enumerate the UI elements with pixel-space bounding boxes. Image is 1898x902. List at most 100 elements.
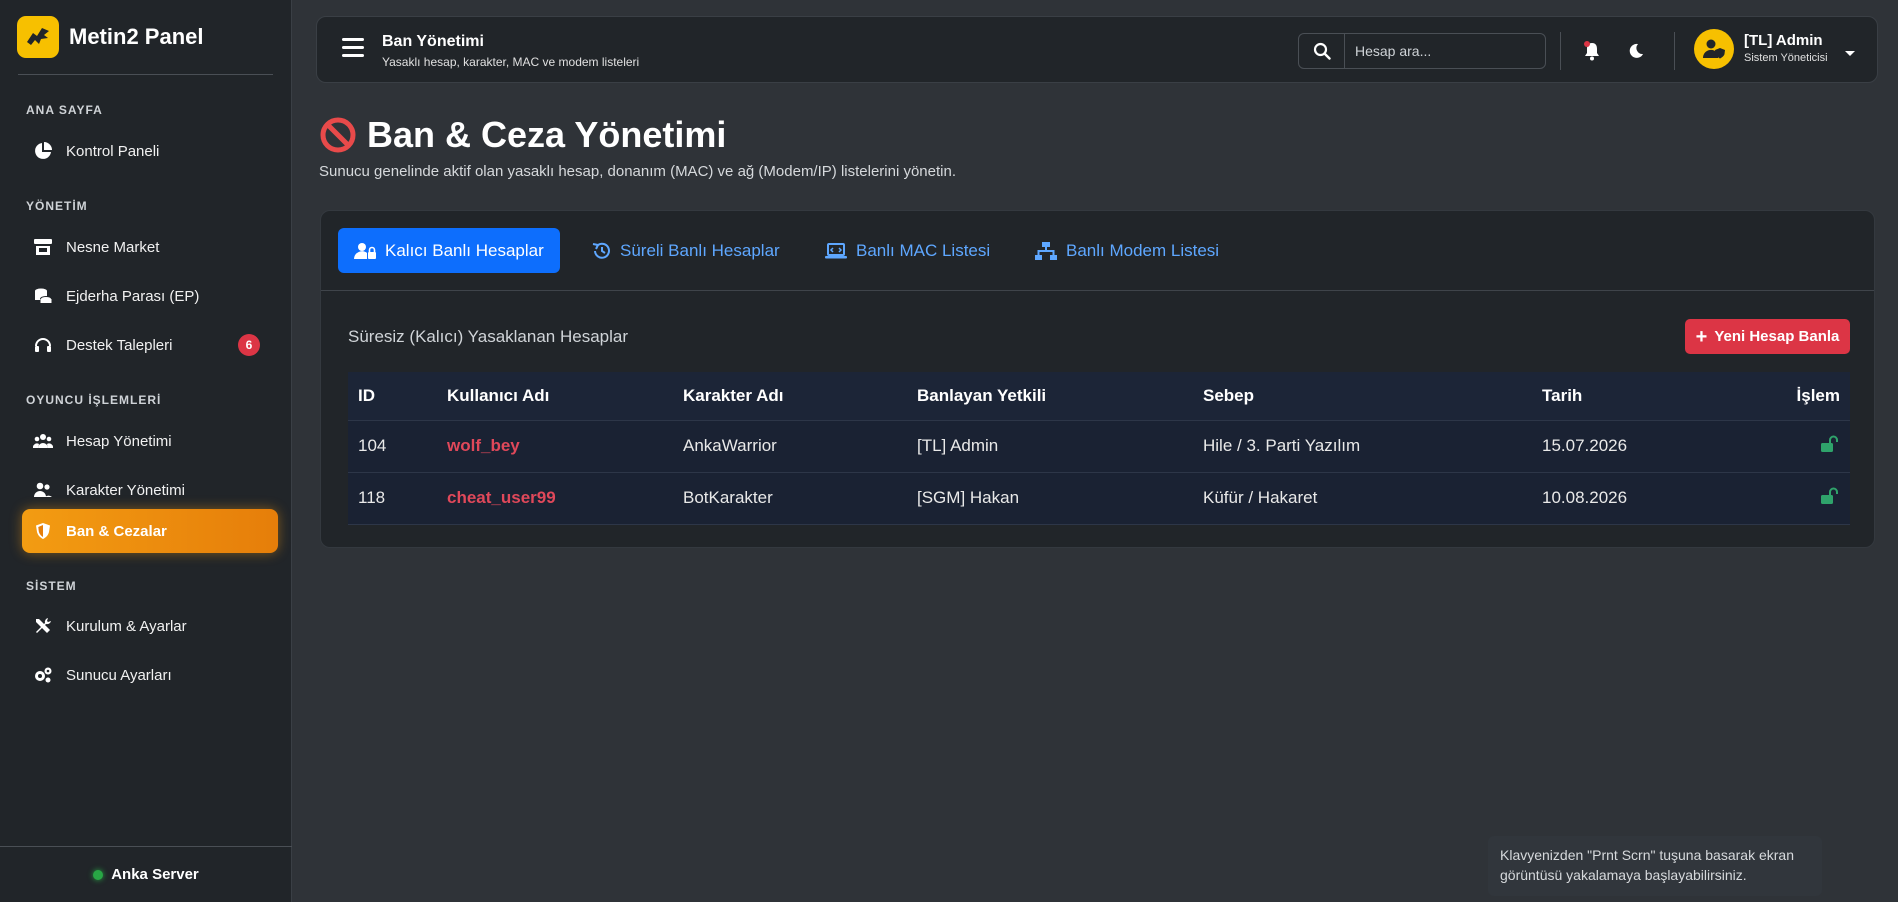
sidebar-item-label: Sunucu Ayarları bbox=[66, 666, 172, 684]
sidebar-item-label: Ejderha Parası (EP) bbox=[66, 287, 200, 305]
sidebar-item-kurulum-ayarlar[interactable]: Kurulum & Ayarlar bbox=[22, 604, 278, 648]
user-shield-icon bbox=[1702, 39, 1725, 59]
cell-character: AnkaWarrior bbox=[683, 436, 777, 455]
sidebar: Metin2 Panel ANA SAYFA Kontrol Paneli YÖ… bbox=[0, 0, 292, 902]
sidebar-item-ejderha-parasi[interactable]: Ejderha Parası (EP) bbox=[22, 274, 278, 318]
section-oyuncu-islemleri: OYUNCU İŞLEMLERİ bbox=[26, 393, 162, 407]
dragon-logo-icon bbox=[17, 16, 59, 58]
store-icon bbox=[32, 236, 54, 258]
section-yonetim: YÖNETİM bbox=[26, 199, 88, 213]
cell-reason: Hile / 3. Parti Yazılım bbox=[1203, 436, 1361, 455]
server-name: Anka Server bbox=[111, 866, 199, 883]
search-button[interactable] bbox=[1299, 34, 1345, 68]
online-status-icon bbox=[93, 869, 104, 880]
col-banned-by: Banlayan Yetkili bbox=[917, 385, 1047, 405]
ban-card: Kalıcı Banlı Hesaplar Süreli Banlı Hesap… bbox=[320, 210, 1875, 548]
cell-id: 104 bbox=[358, 436, 387, 455]
table-row: 118 cheat_user99 BotKarakter [SGM] Hakan… bbox=[348, 472, 1850, 524]
plus-icon: + bbox=[1695, 325, 1708, 348]
col-id: ID bbox=[358, 385, 375, 405]
col-action: İşlem bbox=[1796, 385, 1840, 405]
notifications-button[interactable] bbox=[1580, 39, 1604, 63]
col-character: Karakter Adı bbox=[683, 385, 784, 405]
tab-bar: Kalıcı Banlı Hesaplar Süreli Banlı Hesap… bbox=[321, 211, 1874, 291]
laptop-code-icon bbox=[825, 242, 847, 259]
notification-badge: 6 bbox=[238, 334, 260, 356]
unlock-icon[interactable] bbox=[1820, 487, 1840, 510]
chevron-down-icon[interactable] bbox=[1844, 45, 1856, 63]
pie-chart-icon bbox=[32, 140, 54, 162]
sidebar-item-sunucu-ayarlari[interactable]: Sunucu Ayarları bbox=[22, 653, 278, 697]
table-header-row: ID Kullanıcı Adı Karakter Adı Banlayan Y… bbox=[348, 372, 1850, 420]
users-icon bbox=[32, 430, 54, 452]
tab-label: Süreli Banlı Hesaplar bbox=[620, 240, 780, 260]
bell-icon bbox=[1584, 41, 1599, 61]
user-role: Sistem Yöneticisi bbox=[1744, 52, 1828, 64]
tab-label: Kalıcı Banlı Hesaplar bbox=[385, 240, 544, 260]
col-username: Kullanıcı Adı bbox=[447, 385, 550, 405]
cell-date: 15.07.2026 bbox=[1542, 436, 1628, 455]
table-row: 104 wolf_bey AnkaWarrior [TL] Admin Hile… bbox=[348, 420, 1850, 472]
sidebar-item-kontrol-paneli[interactable]: Kontrol Paneli bbox=[22, 129, 278, 173]
sidebar-item-hesap-yonetimi[interactable]: Hesap Yönetimi bbox=[22, 419, 278, 463]
sidebar-item-nesne-market[interactable]: Nesne Market bbox=[22, 225, 278, 269]
search-input[interactable] bbox=[1345, 34, 1545, 68]
sidebar-item-label: Ban & Cezalar bbox=[66, 522, 167, 540]
col-date: Tarih bbox=[1542, 385, 1583, 405]
page-title-text: Ban & Ceza Yönetimi bbox=[367, 114, 727, 155]
cell-username[interactable]: wolf_bey bbox=[437, 420, 673, 472]
avatar[interactable] bbox=[1694, 29, 1734, 69]
gears-icon bbox=[32, 664, 54, 686]
col-reason: Sebep bbox=[1203, 385, 1255, 405]
cell-banned-by: [SGM] Hakan bbox=[917, 488, 1020, 507]
sidebar-item-karakter-yonetimi[interactable]: Karakter Yönetimi bbox=[22, 468, 278, 512]
brand[interactable]: Metin2 Panel bbox=[0, 0, 291, 74]
topbar-subtitle: Yasaklı hesap, karakter, MAC ve modem li… bbox=[382, 55, 640, 69]
tab-sureli-banli-hesaplar[interactable]: Süreli Banlı Hesaplar bbox=[575, 228, 796, 273]
cell-action bbox=[1754, 420, 1850, 472]
screenshot-hint-toast: Klavyenizden "Prnt Scrn" tuşuna basarak … bbox=[1488, 836, 1822, 896]
sidebar-item-label: Karakter Yönetimi bbox=[66, 481, 185, 499]
coins-icon bbox=[32, 285, 54, 307]
add-ban-button[interactable]: + Yeni Hesap Banla bbox=[1685, 319, 1850, 354]
headset-icon bbox=[32, 334, 54, 356]
tab-banli-modem-listesi[interactable]: Banlı Modem Listesi bbox=[1019, 228, 1235, 273]
cell-date: 10.08.2026 bbox=[1542, 488, 1628, 507]
theme-toggle-button[interactable] bbox=[1624, 39, 1648, 63]
moon-icon bbox=[1629, 43, 1643, 58]
section-sistem: SİSTEM bbox=[26, 579, 77, 593]
shield-icon bbox=[32, 520, 54, 542]
tools-icon bbox=[32, 615, 54, 637]
cell-banned-by: [TL] Admin bbox=[917, 436, 999, 455]
sidebar-item-label: Nesne Market bbox=[66, 238, 160, 256]
cell-id: 118 bbox=[358, 488, 386, 507]
sidebar-item-label: Kontrol Paneli bbox=[66, 142, 160, 160]
page-title: Ban & Ceza Yönetimi bbox=[319, 114, 726, 156]
topbar: Ban Yönetimi Yasaklı hesap, karakter, MA… bbox=[316, 16, 1878, 83]
ban-icon bbox=[320, 117, 356, 153]
server-status: Anka Server bbox=[0, 846, 292, 902]
unlock-icon[interactable] bbox=[1820, 435, 1840, 458]
tab-label: Banlı MAC Listesi bbox=[856, 240, 991, 260]
hamburger-menu-icon[interactable] bbox=[342, 38, 364, 58]
user-group-icon bbox=[32, 479, 54, 501]
tab-banli-mac-listesi[interactable]: Banlı MAC Listesi bbox=[809, 228, 1006, 273]
add-ban-label: Yeni Hesap Banla bbox=[1714, 328, 1840, 345]
user-lock-icon bbox=[354, 242, 376, 260]
sidebar-item-destek-talepleri[interactable]: Destek Talepleri 6 bbox=[22, 323, 278, 367]
divider bbox=[1560, 32, 1561, 70]
cell-action bbox=[1754, 472, 1850, 524]
tab-kalici-banli-hesaplar[interactable]: Kalıcı Banlı Hesaplar bbox=[338, 228, 560, 273]
divider bbox=[18, 74, 273, 75]
tab-label: Banlı Modem Listesi bbox=[1066, 240, 1220, 260]
sidebar-item-label: Hesap Yönetimi bbox=[66, 432, 172, 450]
cell-username[interactable]: cheat_user99 bbox=[437, 472, 673, 524]
network-wired-icon bbox=[1035, 241, 1057, 260]
user-name[interactable]: [TL] Admin bbox=[1744, 32, 1823, 49]
topbar-title: Ban Yönetimi bbox=[382, 33, 484, 50]
search-box bbox=[1298, 33, 1546, 69]
sidebar-item-ban-cezalar[interactable]: Ban & Cezalar bbox=[22, 509, 278, 553]
sidebar-item-label: Kurulum & Ayarlar bbox=[66, 617, 187, 635]
sidebar-item-label: Destek Talepleri bbox=[66, 336, 173, 354]
section-ana-sayfa: ANA SAYFA bbox=[26, 103, 103, 117]
